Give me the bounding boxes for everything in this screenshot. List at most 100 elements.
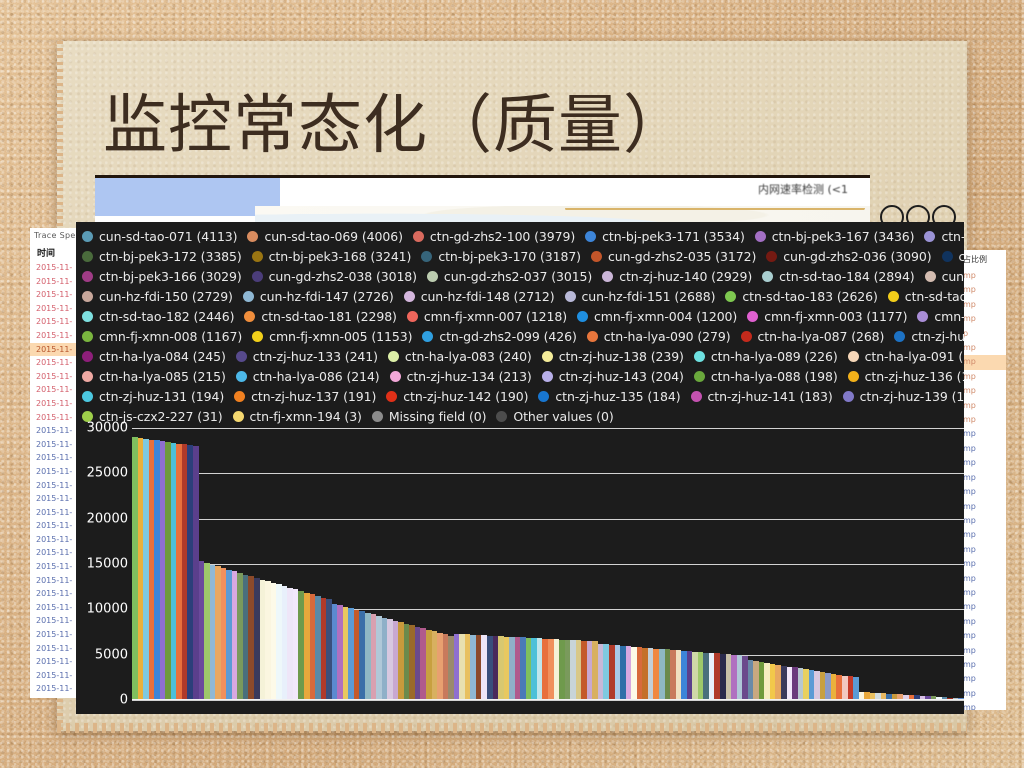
right-table-row[interactable]: mp — [960, 283, 1006, 297]
legend-item[interactable]: ctn-bj-pek3-169 (3429) — [924, 229, 964, 244]
legend-swatch-icon — [541, 350, 553, 362]
legend-item[interactable]: ctn-sd-tao-183 (2626) — [725, 289, 878, 304]
legend-item-label: cun-sd-tao-069 (4006) — [264, 228, 403, 244]
legend-item[interactable]: cmn-fj-xmn-006 (1173) — [917, 309, 964, 324]
right-table-row[interactable]: mp — [960, 500, 1006, 514]
legend-item[interactable]: cun-gd-zhs2-036 (3090) — [766, 249, 932, 264]
legend-item[interactable]: ctn-zj-huz-135 (184) — [538, 389, 681, 404]
right-table-row[interactable]: mp — [960, 355, 1006, 370]
legend-item[interactable]: cmn-fj-xmn-007 (1218) — [406, 309, 567, 324]
right-table-row[interactable]: mp — [960, 456, 1006, 470]
legend-item[interactable]: cun-hz-fdi-148 (2712) — [403, 289, 555, 304]
legend-item-label: ctn-zj-huz-141 (183) — [707, 388, 833, 404]
legend-item[interactable]: ctn-zj-huz-132 (250) — [894, 329, 964, 344]
right-table-row[interactable]: mp — [960, 557, 1006, 571]
right-table-row[interactable]: mp — [960, 629, 1006, 643]
legend-item[interactable]: ctn-zj-huz-137 (191) — [234, 389, 376, 404]
legend-item-label: cmn-fj-xmn-004 (1200) — [594, 308, 738, 324]
legend-item[interactable]: ctn-zj-huz-136 (194) — [847, 369, 964, 384]
right-table-row[interactable]: mp — [960, 427, 1006, 441]
legend-item[interactable]: ctn-gd-zhs2-100 (3979) — [412, 229, 575, 244]
legend-item[interactable]: cmn-fj-xmn-003 (1177) — [747, 309, 907, 324]
legend-item[interactable]: ctn-ha-lya-084 (245) — [82, 349, 226, 364]
legend-swatch-icon — [235, 370, 247, 382]
legend-item[interactable]: ctn-zj-huz-141 (183) — [690, 388, 833, 404]
legend-item[interactable]: ctn-ha-lya-088 (198) — [693, 369, 838, 384]
right-table-row[interactable]: mp — [960, 269, 1006, 283]
legend-item[interactable]: ctn-sd-tao-181 (2298) — [244, 309, 397, 324]
right-table-row[interactable]: mp — [960, 514, 1006, 528]
right-table-row[interactable]: mp — [960, 370, 1006, 384]
legend-item[interactable]: ctn-zj-huz-134 (213) — [389, 369, 532, 384]
legend-item[interactable]: ctn-bj-pek3-167 (3436) — [754, 229, 915, 244]
legend-item[interactable]: cun-hz-fdi-150 (2729) — [82, 289, 233, 304]
legend-item[interactable]: ctn-zj-huz-139 (181) — [842, 389, 964, 404]
legend-swatch-icon — [406, 310, 418, 322]
right-table-row[interactable]: mp — [960, 644, 1006, 658]
legend-item[interactable]: ctn-sd-tao-185 (2587) — [887, 289, 964, 304]
legend-item[interactable]: ctn-bj-pek3-168 (3241) — [251, 249, 411, 264]
right-table-row[interactable]: mp — [960, 572, 1006, 586]
legend-item[interactable]: cmn-fj-xmn-008 (1167) — [82, 329, 242, 344]
right-table-row[interactable]: mp — [960, 543, 1006, 557]
legend-row: ctn-sd-tao-182 (2446) ctn-sd-tao-181 (229… — [82, 306, 964, 326]
right-table-row[interactable]: mp — [960, 298, 1006, 312]
legend-item[interactable]: ctn-ha-lya-089 (226) — [693, 349, 838, 364]
legend-item[interactable]: ctn-gd-zhs2-099 (426) — [422, 329, 577, 344]
right-table-row[interactable]: mp — [960, 471, 1006, 485]
right-table-row[interactable]: mp — [960, 384, 1006, 398]
legend-item[interactable]: cun-gd-zhs2-035 (3172) — [590, 249, 756, 264]
legend-item[interactable]: ctn-ha-lya-083 (240) — [387, 349, 532, 364]
legend-item[interactable]: cun-gd-zhs2-037 (3015) — [426, 269, 592, 284]
legend-item[interactable]: ctn-ha-lya-086 (214) — [235, 369, 380, 384]
legend-item[interactable]: ctn-ha-lya-087 (268) — [740, 329, 884, 344]
right-table-row[interactable]: mp — [960, 687, 1006, 701]
legend-item[interactable]: cun-gd-zhs2-039 (3042) — [941, 249, 964, 264]
legend-swatch-icon — [924, 230, 936, 242]
legend-item[interactable]: Missing field (0) — [371, 409, 486, 424]
legend-item[interactable]: Other values (0) — [496, 409, 614, 424]
right-table-row[interactable]: mp — [960, 442, 1006, 456]
legend-item[interactable]: ctn-bj-pek3-166 (3029) — [82, 269, 242, 284]
legend-item[interactable]: cun-sd-tao-071 (4113) — [82, 229, 238, 244]
legend-item[interactable]: cun-hz-fdi-151 (2688) — [564, 289, 715, 304]
legend-item[interactable]: cmn-fj-xmn-004 (1200) — [577, 309, 737, 324]
legend-item[interactable]: ctn-fj-xmn-194 (3) — [232, 409, 362, 424]
legend-item[interactable]: cun-hz-fdi-147 (2726) — [242, 289, 394, 304]
legend-item[interactable]: ctn-zj-huz-142 (190) — [386, 389, 528, 404]
right-table-row[interactable]: mp — [960, 528, 1006, 542]
right-table-row[interactable]: mp — [960, 658, 1006, 672]
legend-item[interactable]: ctn-sd-tao-182 (2446) — [82, 309, 235, 324]
legend-item[interactable]: ctn-bj-pek3-171 (3534) — [585, 229, 745, 244]
right-table-row[interactable]: mp — [960, 600, 1006, 614]
right-table-row[interactable]: p — [960, 327, 1006, 341]
legend-item[interactable]: ctn-zj-huz-143 (204) — [541, 369, 684, 384]
legend-item[interactable]: ctn-ha-lya-091 (225) — [847, 349, 964, 364]
legend-item[interactable]: ctn-sd-tao-184 (2894) — [762, 269, 915, 284]
legend-item[interactable]: cun-hz-fdi-149 (2753) — [924, 269, 964, 284]
legend-item[interactable]: ctn-zj-huz-138 (239) — [541, 348, 684, 364]
legend-item[interactable]: ctn-bj-pek3-172 (3385) — [82, 249, 242, 264]
legend-item[interactable]: cmn-fj-xmn-005 (1153) — [252, 329, 412, 344]
right-table-row[interactable]: mp — [960, 312, 1006, 326]
legend-item[interactable]: cun-gd-zhs2-038 (3018) — [251, 269, 417, 284]
legend-item[interactable]: ctn-zj-huz-133 (241) — [235, 349, 378, 364]
right-table-row[interactable]: mp — [960, 672, 1006, 686]
right-table-row[interactable]: mp — [960, 413, 1006, 427]
right-table-row[interactable]: mp — [960, 341, 1006, 355]
right-table-row[interactable]: mp — [960, 586, 1006, 600]
legend-item-label: ctn-zj-huz-138 (239) — [558, 348, 684, 364]
legend-swatch-icon — [82, 370, 93, 382]
legend-item[interactable]: ctn-zj-huz-131 (194) — [82, 389, 224, 404]
right-table-row[interactable]: mp — [960, 399, 1006, 413]
legend-item[interactable]: ctn-bj-pek3-170 (3187) — [421, 249, 581, 264]
right-table-row[interactable]: mp — [960, 485, 1006, 499]
right-table-row[interactable]: mp — [960, 701, 1006, 710]
legend-swatch-icon — [426, 270, 438, 282]
legend-item[interactable]: ctn-ha-lya-085 (215) — [82, 369, 226, 384]
legend-item[interactable]: ctn-ha-lya-090 (279) — [586, 329, 731, 344]
legend-item-label: cmn-fj-xmn-003 (1177) — [764, 308, 908, 324]
right-table-row[interactable]: mp — [960, 615, 1006, 629]
legend-item[interactable]: ctn-zj-huz-140 (2929) — [602, 269, 752, 284]
legend-item[interactable]: cun-sd-tao-069 (4006) — [247, 228, 403, 244]
